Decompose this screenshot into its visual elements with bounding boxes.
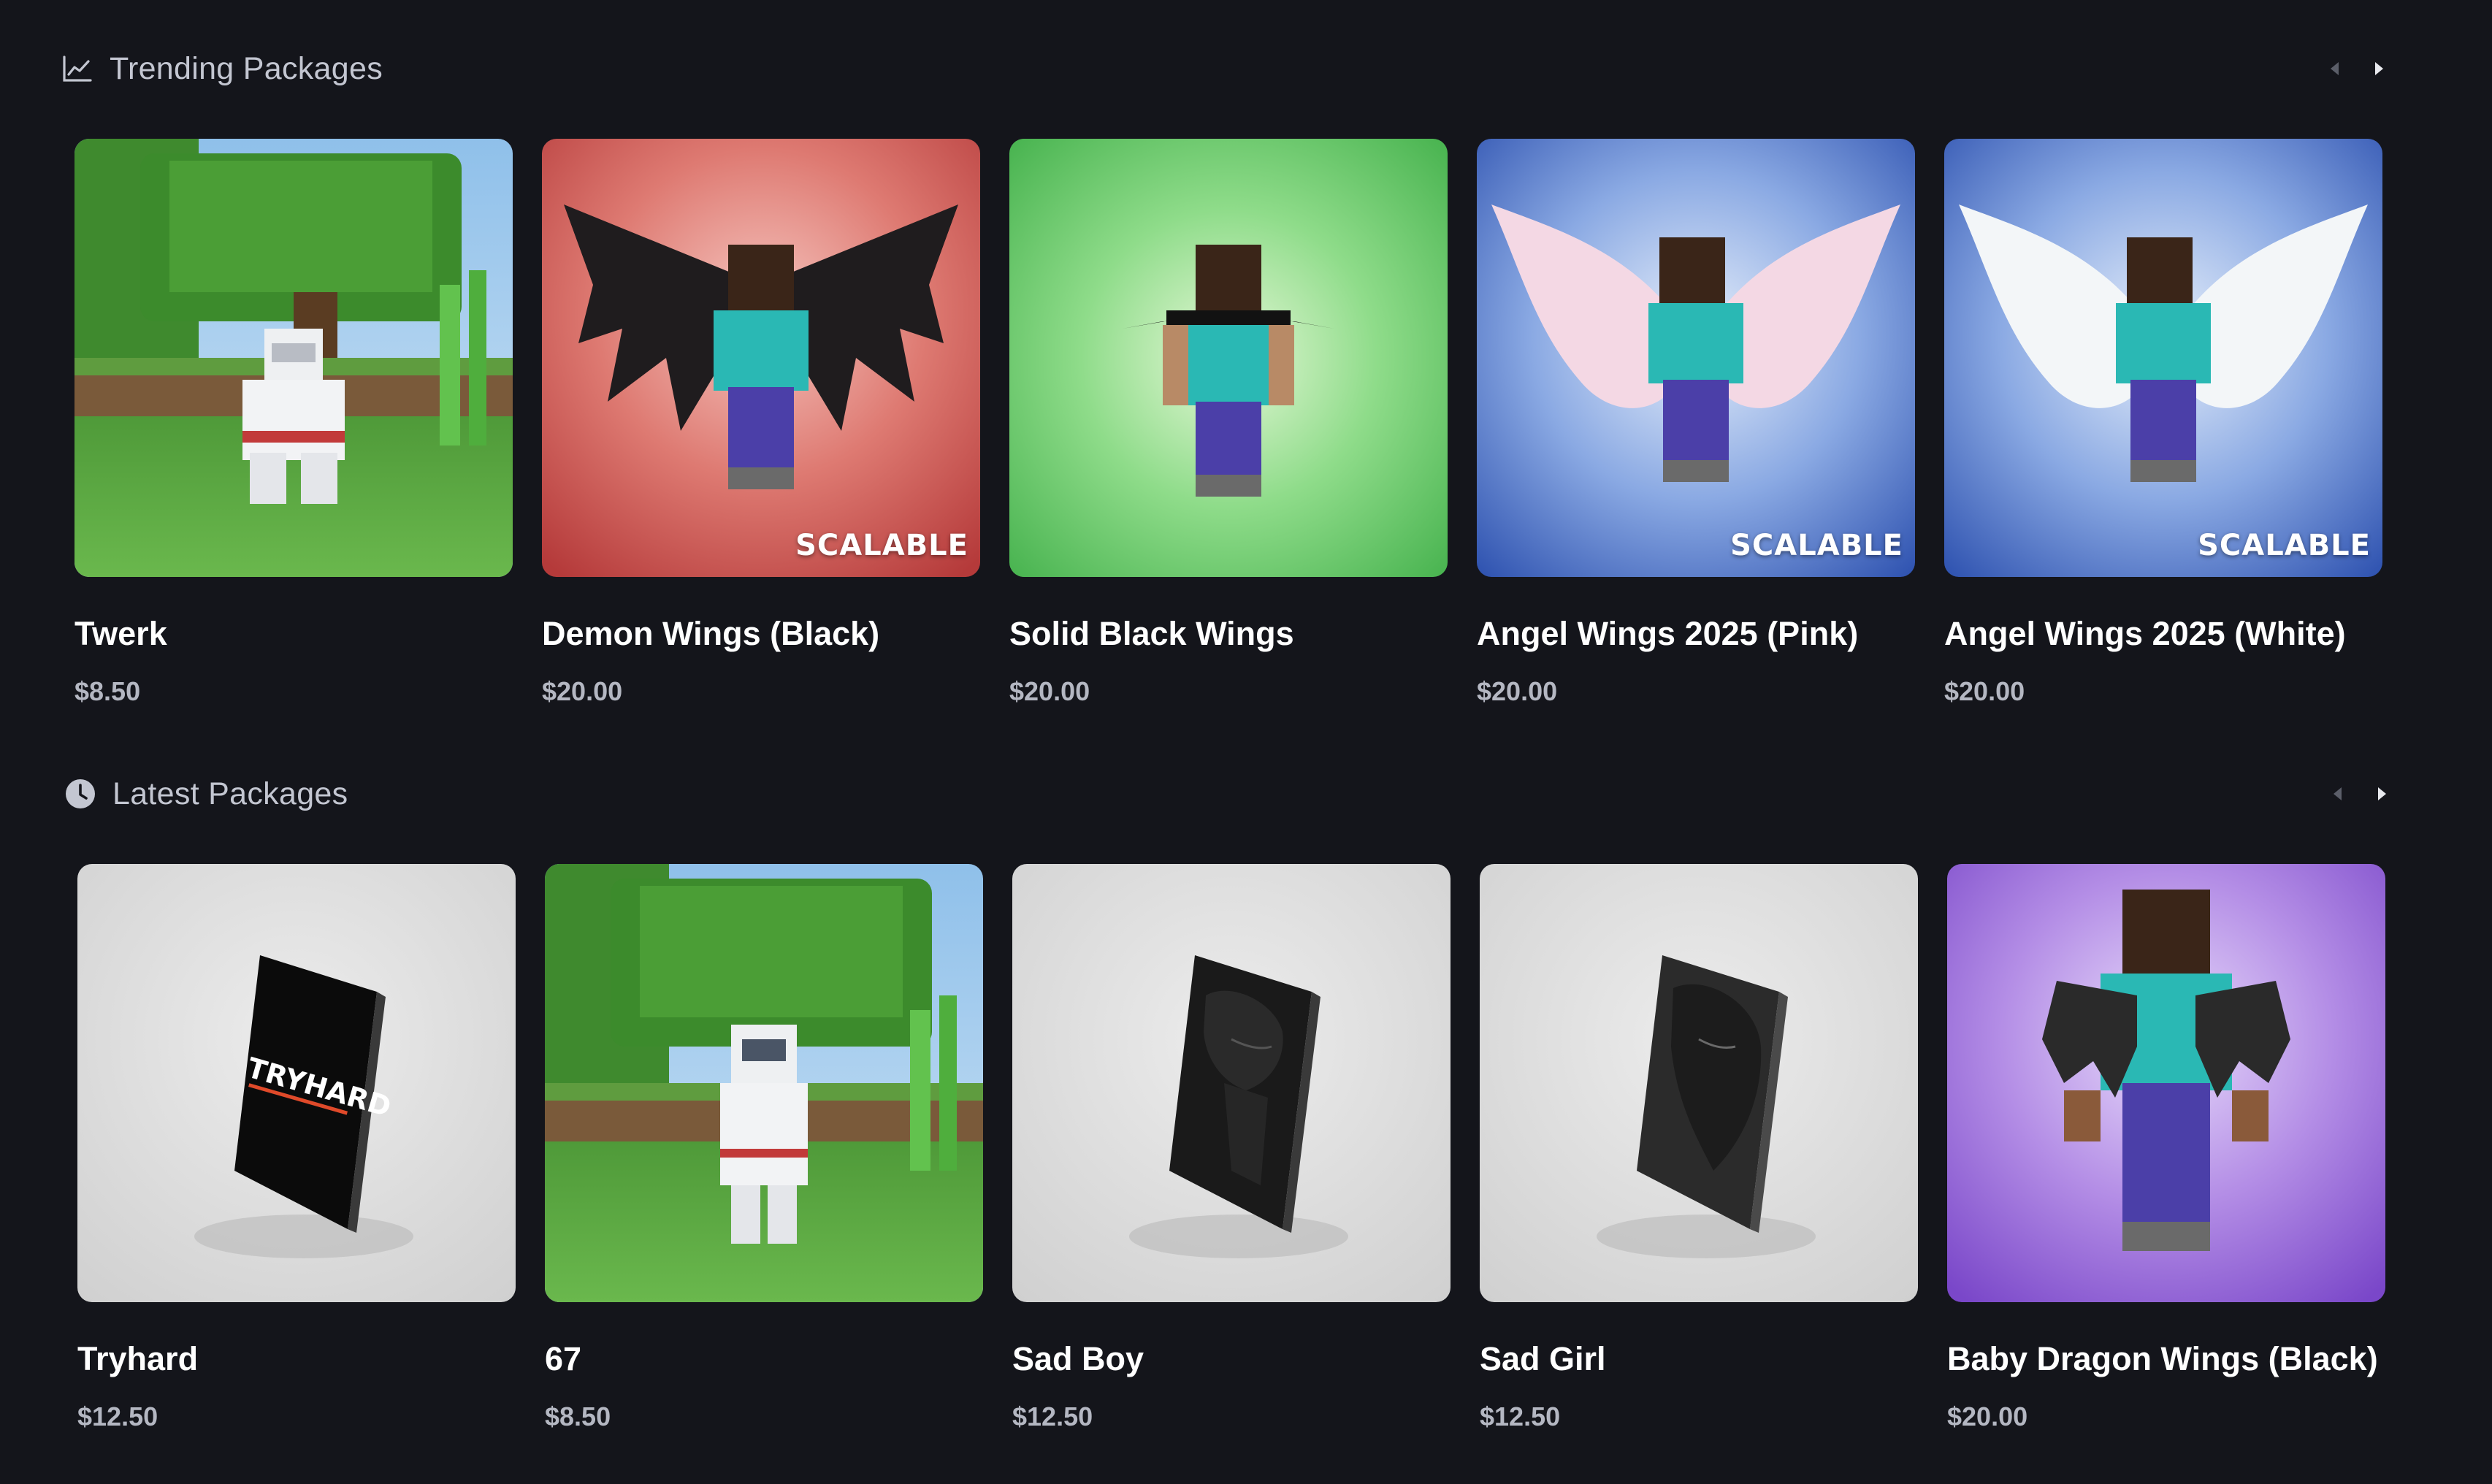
package-thumbnail[interactable]: SCALABLE [1944,139,2382,577]
package-thumbnail[interactable] [1947,864,2385,1302]
package-name[interactable]: Twerk [74,615,513,653]
cape-tryhard-image: TRYHARD [77,864,516,1302]
minecraft-scene-astronaut-image [545,864,983,1302]
package-name[interactable]: Angel Wings 2025 (White) [1944,615,2382,653]
next-arrow-icon[interactable] [2372,782,2393,806]
package-card[interactable]: SCALABLE Angel Wings 2025 (Pink) $20.00 [1477,139,1915,707]
cape-sad-girl-image [1480,864,1918,1302]
angel-wings-white-image [1944,139,2382,577]
package-card[interactable]: Sad Boy $12.50 [1012,864,1451,1432]
solid-black-wings-image [1009,139,1448,577]
scalable-badge: SCALABLE [1730,529,1903,562]
latest-carousel-nav [2327,782,2393,806]
latest-package-grid: TRYHARD Tryhard $12.50 67 $8.50 Sad Boy … [77,864,2385,1432]
package-name[interactable]: Sad Girl [1480,1340,1918,1378]
minecraft-scene-image [74,139,513,577]
package-price: $20.00 [1947,1401,2028,1431]
package-name[interactable]: Demon Wings (Black) [542,615,980,653]
demon-wings-image [542,139,980,577]
angel-wings-pink-image [1477,139,1915,577]
package-name[interactable]: 67 [545,1340,983,1378]
package-price: $8.50 [545,1401,611,1431]
previous-arrow-icon[interactable] [2324,57,2344,80]
package-price: $20.00 [1477,676,1558,706]
package-card[interactable]: SCALABLE Angel Wings 2025 (White) $20.00 [1944,139,2382,707]
package-price: $12.50 [1012,1401,1093,1431]
section-title: Latest Packages [112,776,348,811]
package-card[interactable]: SCALABLE Demon Wings (Black) $20.00 [542,139,980,707]
scalable-badge: SCALABLE [795,529,968,562]
package-thumbnail[interactable]: SCALABLE [542,139,980,577]
package-thumbnail[interactable] [545,864,983,1302]
package-card[interactable]: Baby Dragon Wings (Black) $20.00 [1947,864,2385,1432]
section-title: Trending Packages [110,50,383,86]
package-name[interactable]: Angel Wings 2025 (Pink) [1477,615,1915,653]
package-card[interactable]: 67 $8.50 [545,864,983,1432]
trending-package-grid: Twerk $8.50 SCALABLE Demon Wings (Black)… [74,139,2382,707]
baby-dragon-wings-image [1947,864,2385,1302]
package-thumbnail[interactable] [1480,864,1918,1302]
trending-chart-icon [61,53,93,85]
cape-sad-boy-image [1012,864,1451,1302]
package-thumbnail[interactable]: SCALABLE [1477,139,1915,577]
package-thumbnail[interactable] [1009,139,1448,577]
trending-carousel-nav [2324,57,2390,80]
latest-header: Latest Packages [64,773,348,814]
package-price: $8.50 [74,676,141,706]
package-card[interactable]: Twerk $8.50 [74,139,513,707]
package-thumbnail[interactable]: TRYHARD [77,864,516,1302]
package-price: $20.00 [1009,676,1090,706]
clock-icon [64,778,96,810]
package-name[interactable]: Tryhard [77,1340,516,1378]
scalable-badge: SCALABLE [2198,529,2371,562]
trending-header: Trending Packages [61,48,383,89]
package-thumbnail[interactable] [1012,864,1451,1302]
package-card[interactable]: Solid Black Wings $20.00 [1009,139,1448,707]
package-name[interactable]: Solid Black Wings [1009,615,1448,653]
package-thumbnail[interactable] [74,139,513,577]
previous-arrow-icon[interactable] [2327,782,2347,806]
package-price: $12.50 [1480,1401,1561,1431]
next-arrow-icon[interactable] [2369,57,2390,80]
package-name[interactable]: Sad Boy [1012,1340,1451,1378]
package-name[interactable]: Baby Dragon Wings (Black) [1947,1340,2385,1378]
package-card[interactable]: Sad Girl $12.50 [1480,864,1918,1432]
package-price: $20.00 [542,676,623,706]
package-price: $20.00 [1944,676,2025,706]
package-card[interactable]: TRYHARD Tryhard $12.50 [77,864,516,1432]
package-price: $12.50 [77,1401,158,1431]
